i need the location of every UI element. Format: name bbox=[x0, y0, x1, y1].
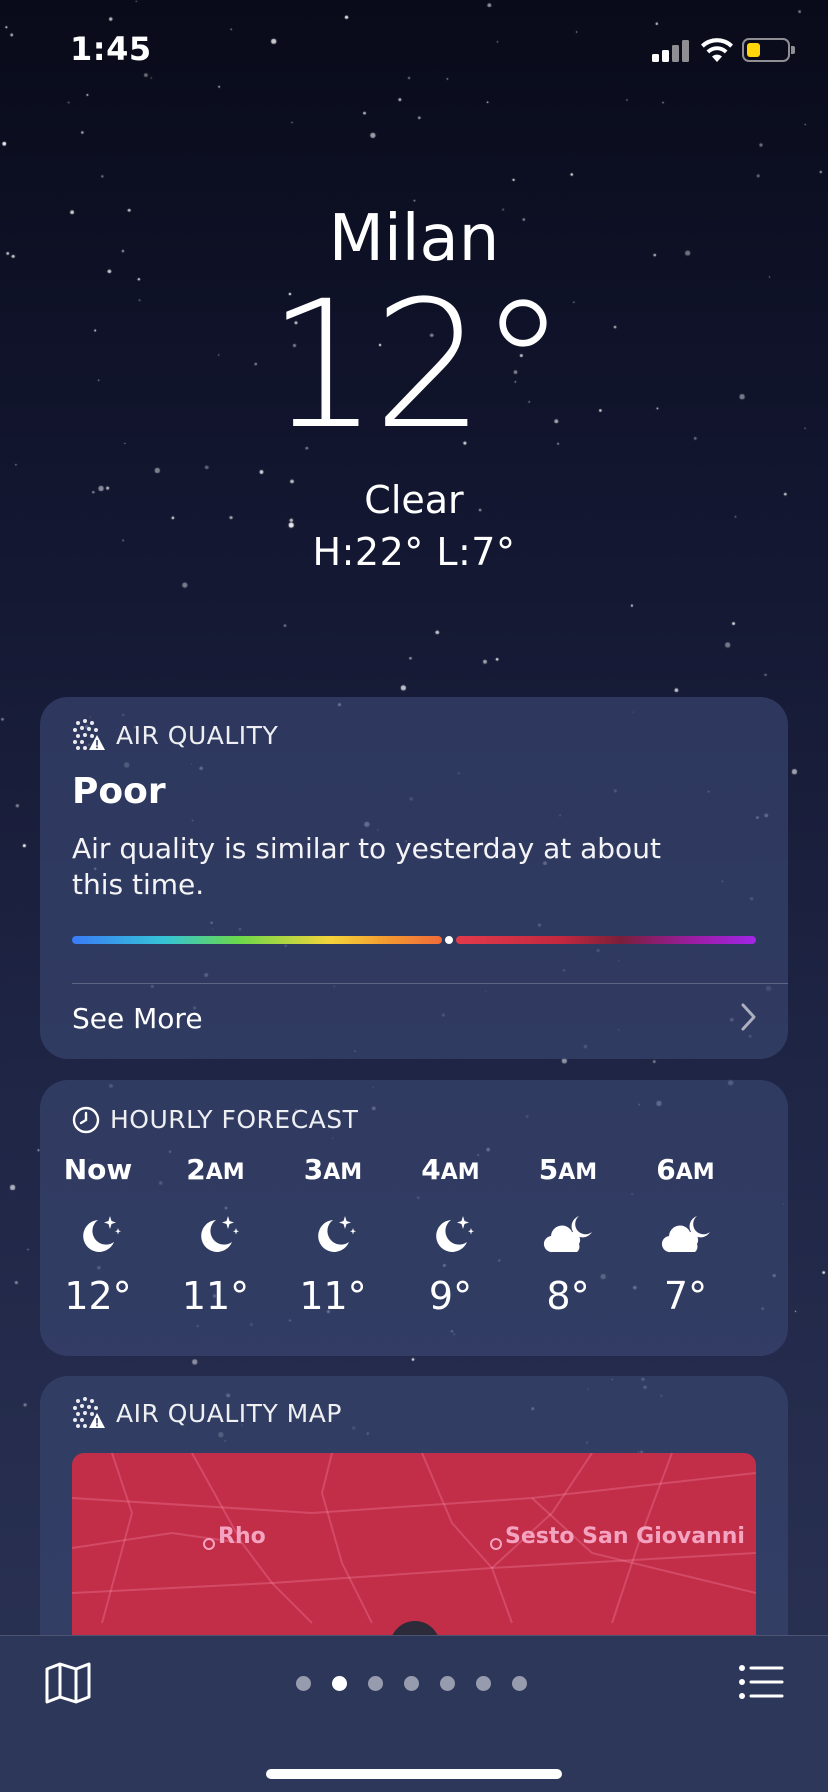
map-label-rho: Rho bbox=[218, 1524, 266, 1549]
high-low-temperature: H:22° L:7° bbox=[312, 530, 516, 574]
chevron-right-icon[interactable] bbox=[738, 1001, 758, 1033]
hour-label: 4AM bbox=[401, 1150, 501, 1190]
hour-temperature: 11° bbox=[181, 1274, 250, 1318]
moon-stars-icon bbox=[401, 1194, 501, 1274]
map-pin bbox=[490, 1538, 502, 1550]
weather-condition: Clear bbox=[364, 478, 464, 522]
air-quality-level: Poor bbox=[72, 771, 166, 812]
air-quality-map-title: AIR QUALITY MAP bbox=[116, 1398, 342, 1428]
air-quality-card[interactable]: AIR QUALITY Poor Air quality is similar … bbox=[40, 697, 788, 1059]
map-pin bbox=[203, 1538, 215, 1550]
air-quality-scale-left bbox=[72, 936, 442, 944]
air-quality-title: AIR QUALITY bbox=[116, 720, 279, 750]
hour-value: 2 bbox=[186, 1153, 206, 1186]
hour-value: 6 bbox=[656, 1153, 676, 1186]
moon-stars-icon bbox=[283, 1194, 383, 1274]
page-dot[interactable] bbox=[332, 1676, 347, 1691]
hour-column: 3AM 11° bbox=[283, 1150, 383, 1318]
hour-label: Now bbox=[48, 1150, 148, 1190]
page-dot[interactable] bbox=[296, 1676, 311, 1691]
bottom-toolbar bbox=[0, 1635, 828, 1792]
battery-icon bbox=[742, 38, 795, 62]
page-dot[interactable] bbox=[440, 1676, 455, 1691]
page-dot[interactable] bbox=[476, 1676, 491, 1691]
wifi-icon bbox=[701, 38, 733, 62]
page-dot[interactable] bbox=[404, 1676, 419, 1691]
hour-value: 5 bbox=[538, 1153, 559, 1186]
page-dot[interactable] bbox=[368, 1676, 383, 1691]
status-time: 1:45 bbox=[70, 30, 152, 68]
hour-column: 5AM 8° bbox=[518, 1150, 618, 1318]
list-icon[interactable] bbox=[738, 1664, 784, 1700]
status-bar: 1:45 bbox=[0, 0, 828, 100]
air-quality-header: AIR QUALITY bbox=[72, 719, 278, 751]
air-quality-description: Air quality is similar to yesterday at a… bbox=[72, 832, 661, 901]
hour-temperature: 7° bbox=[663, 1274, 708, 1318]
air-quality-icon bbox=[73, 1397, 105, 1428]
home-indicator bbox=[266, 1769, 562, 1779]
map-label-sesto-san-giovanni: Sesto San Giovanni bbox=[505, 1524, 745, 1549]
hour-temperature: 12° bbox=[64, 1274, 132, 1318]
hour-column: 4AM 9° bbox=[401, 1150, 501, 1318]
air-quality-map-header: AIR QUALITY MAP bbox=[72, 1397, 342, 1429]
page-indicator[interactable] bbox=[296, 1676, 548, 1691]
see-more-link[interactable]: See More bbox=[72, 1002, 203, 1035]
moon-stars-icon bbox=[166, 1194, 266, 1274]
clock-icon bbox=[72, 1106, 100, 1133]
hour-suffix: AM bbox=[440, 1160, 480, 1185]
hour-value: 4 bbox=[421, 1153, 441, 1186]
current-temperature: 12° bbox=[267, 263, 567, 468]
hour-temperature: 11° bbox=[299, 1274, 367, 1318]
hourly-forecast-header: HOURLY FORECAST bbox=[72, 1105, 358, 1134]
cellular-signal-icon bbox=[652, 40, 690, 62]
hour-column: 2AM 11° bbox=[166, 1150, 266, 1318]
hour-suffix: AM bbox=[323, 1160, 363, 1185]
hour-column: Now 12° bbox=[48, 1150, 148, 1318]
hour-suffix: AM bbox=[205, 1160, 245, 1185]
hour-temperature: 8° bbox=[546, 1274, 590, 1318]
hour-label: 3AM bbox=[283, 1150, 383, 1190]
hour-column: 6AM 7° bbox=[636, 1150, 736, 1318]
air-quality-indicator bbox=[442, 933, 456, 947]
cloud-moon-icon bbox=[518, 1194, 618, 1274]
map-icon[interactable] bbox=[44, 1661, 92, 1705]
hour-value: Now bbox=[63, 1153, 133, 1186]
air-quality-scale-right bbox=[456, 936, 756, 944]
cloud-moon-icon bbox=[636, 1194, 736, 1274]
page-dot[interactable] bbox=[512, 1676, 527, 1691]
divider bbox=[72, 983, 788, 984]
hour-label: 6AM bbox=[636, 1150, 736, 1190]
hourly-forecast-card[interactable]: HOURLY FORECAST Now 12° 2AM 11° 3AM 11° 4AM 9° 5… bbox=[40, 1080, 788, 1356]
hour-suffix: AM bbox=[558, 1160, 598, 1185]
hour-temperature: 9° bbox=[428, 1274, 473, 1318]
hour-label: 2AM bbox=[166, 1150, 266, 1190]
hour-value: 3 bbox=[303, 1153, 324, 1186]
hour-label: 5AM bbox=[518, 1150, 618, 1190]
air-quality-icon bbox=[73, 719, 105, 750]
hourly-forecast-title: HOURLY FORECAST bbox=[110, 1105, 359, 1134]
moon-stars-icon bbox=[48, 1194, 148, 1274]
hour-suffix: AM bbox=[675, 1160, 715, 1185]
